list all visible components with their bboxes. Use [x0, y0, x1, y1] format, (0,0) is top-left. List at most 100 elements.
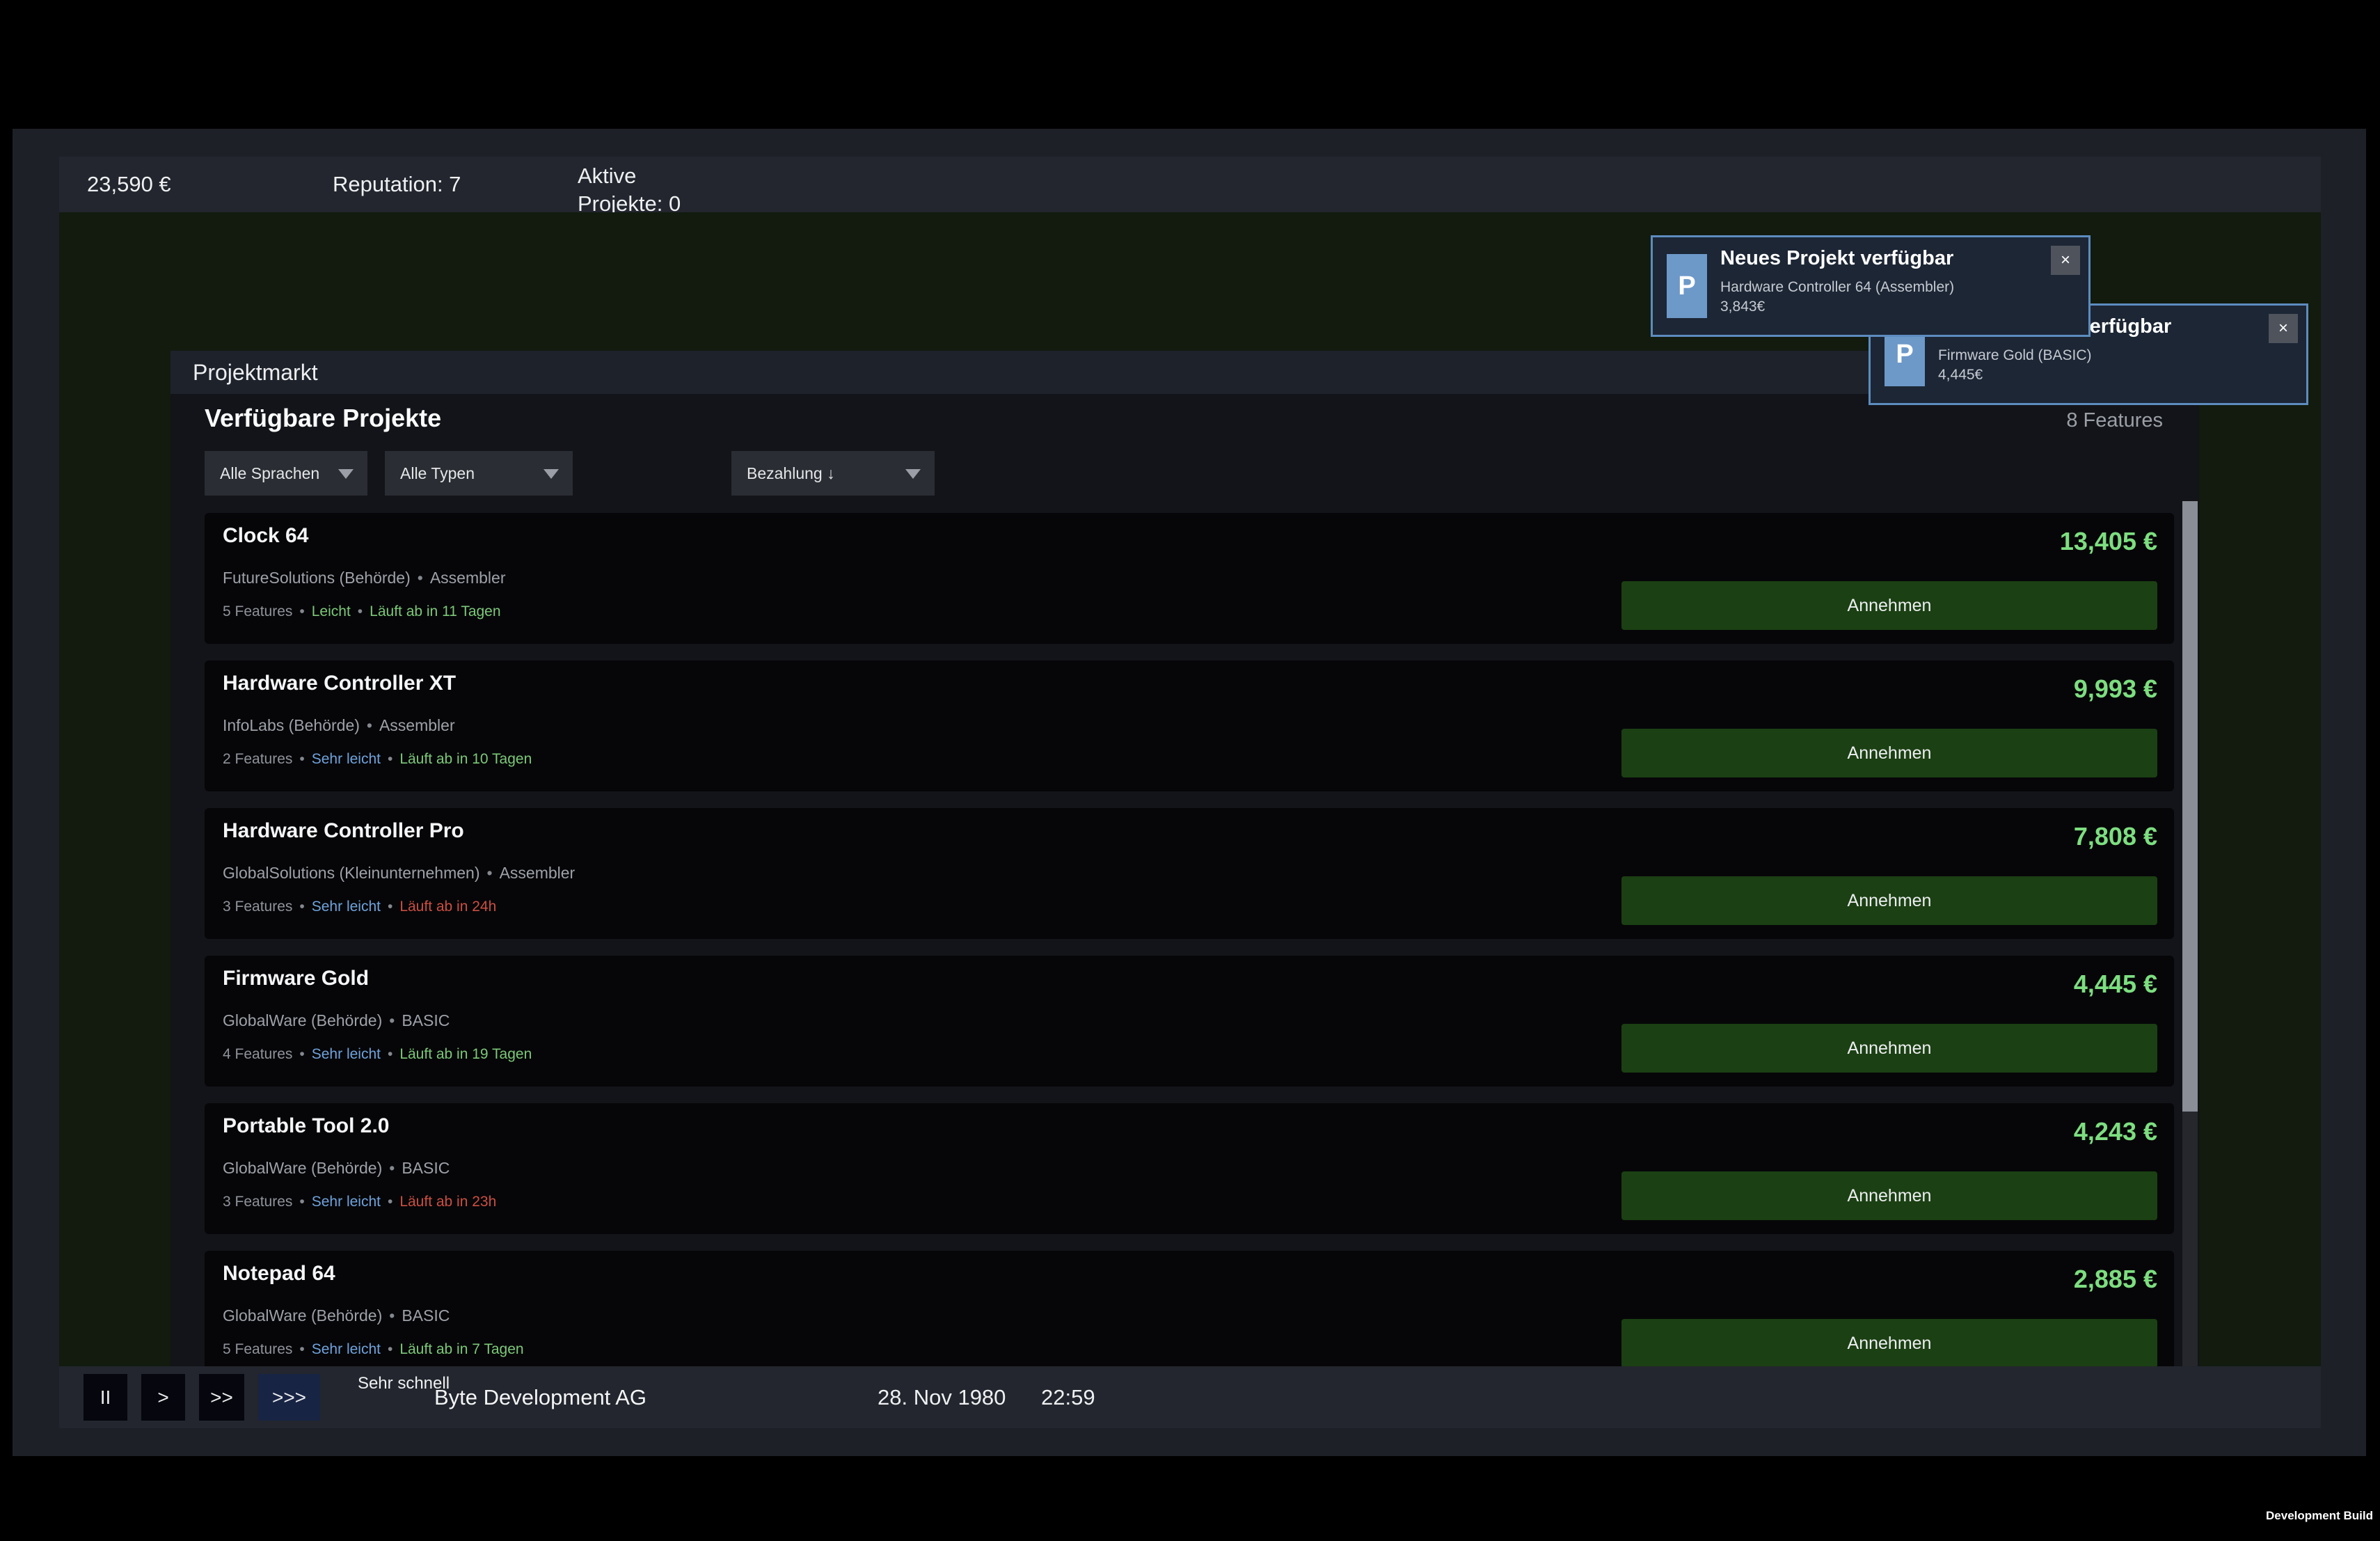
game-time: 22:59: [1041, 1366, 1095, 1428]
project-expiry: Läuft ab in 19 Tagen: [399, 1046, 532, 1062]
accept-button[interactable]: Annehmen: [1621, 581, 2157, 630]
toast-title: Neues Projekt verfügbar: [1720, 247, 1953, 270]
project-price: 13,405 €: [2060, 527, 2157, 556]
toast-project-name: Firmware Gold (BASIC): [1938, 347, 2092, 364]
accept-button[interactable]: Annehmen: [1621, 1319, 2157, 1366]
panel-title: Projektmarkt: [193, 360, 318, 386]
type-filter-value: Alle Typen: [400, 464, 475, 483]
pause-button[interactable]: II: [84, 1374, 127, 1421]
project-difficulty: Sehr leicht: [312, 751, 381, 767]
project-name: Hardware Controller Pro: [223, 819, 464, 843]
accept-button[interactable]: Annehmen: [1621, 876, 2157, 925]
notification-toast[interactable]: P Neues Projekt verfügbar Hardware Contr…: [1651, 235, 2091, 337]
project-client: InfoLabs (Behörde): [223, 716, 360, 734]
language-filter-dropdown[interactable]: Alle Sprachen: [205, 451, 367, 496]
project-price: 7,808 €: [2074, 822, 2157, 851]
type-filter-dropdown[interactable]: Alle Typen: [385, 451, 573, 496]
game-screen: { "stats_bar": { "money": "23,590 €", "r…: [0, 0, 2380, 1541]
separator-dot: [367, 716, 372, 735]
project-card: Clock 64 13,405 € FutureSolutions (Behör…: [205, 513, 2174, 644]
development-build-label: Development Build: [2266, 1509, 2373, 1523]
project-language: Assembler: [500, 864, 576, 882]
project-price: 9,993 €: [2074, 674, 2157, 704]
project-client-line: FutureSolutions (Behörde) Assembler: [223, 569, 505, 587]
game-date: 28. Nov 1980: [878, 1366, 1006, 1428]
fastest-forward-button[interactable]: >>>: [258, 1374, 320, 1421]
project-name: Hardware Controller XT: [223, 672, 456, 695]
project-client: FutureSolutions (Behörde): [223, 569, 411, 587]
separator-dot: [358, 603, 363, 620]
project-detail-line: 3 Features Sehr leicht Läuft ab in 23h: [223, 1194, 496, 1210]
project-features: 3 Features: [223, 1194, 292, 1210]
chevron-down-icon: [338, 469, 354, 479]
separator-dot: [388, 1194, 392, 1210]
project-difficulty: Sehr leicht: [312, 1194, 381, 1210]
project-price: 4,445 €: [2074, 970, 2157, 999]
project-language: Assembler: [430, 569, 506, 587]
separator-dot: [389, 1011, 395, 1030]
project-price: 2,885 €: [2074, 1265, 2157, 1294]
project-client-line: GlobalSolutions (Kleinunternehmen) Assemb…: [223, 864, 575, 883]
project-detail-line: 5 FeaturesLeichtLäuft ab in 11 Tagen: [223, 603, 501, 620]
close-icon[interactable]: ×: [2269, 314, 2298, 343]
project-language: Assembler: [379, 716, 455, 734]
scrollbar-thumb[interactable]: [2182, 501, 2198, 1112]
separator-dot: [299, 751, 304, 768]
toast-project-price: 4,445€: [1938, 367, 1983, 384]
accept-button[interactable]: Annehmen: [1621, 1171, 2157, 1220]
project-client-line: GlobalWare (Behörde)BASIC: [223, 1011, 450, 1030]
project-detail-line: 2 FeaturesSehr leichtLäuft ab in 10 Tage…: [223, 751, 532, 768]
project-expiry: Läuft ab in 7 Tagen: [399, 1341, 523, 1357]
company-name: Byte Development AG: [434, 1366, 646, 1428]
project-features: 3 Features: [223, 899, 292, 915]
separator-dot: [388, 1046, 392, 1063]
project-detail-line: 3 FeaturesSehr leichtLäuft ab in 24h: [223, 899, 496, 915]
project-expiry: Läuft ab in 11 Tagen: [370, 603, 500, 619]
separator-dot: [299, 603, 304, 620]
project-detail-line: 5 FeaturesSehr leichtLäuft ab in 7 Tagen: [223, 1341, 524, 1358]
money-value: 23,590 €: [87, 157, 171, 212]
project-card: Firmware Gold 4,445 € GlobalWare (Behörd…: [205, 956, 2174, 1086]
separator-dot: [299, 899, 304, 915]
project-card: Portable Tool 2.0 4,243 € GlobalWare (Be…: [205, 1103, 2174, 1234]
active-projects-value: Aktive Projekte: 0: [578, 162, 710, 218]
chevron-down-icon: [905, 469, 921, 479]
separator-dot: [418, 569, 423, 587]
separator-dot: [389, 1159, 395, 1178]
project-client-line: GlobalWare (Behörde) BASIC: [223, 1159, 450, 1178]
project-features: 5 Features: [223, 1341, 292, 1357]
separator-dot: [388, 1341, 392, 1358]
project-client: GlobalWare (Behörde): [223, 1159, 382, 1177]
project-difficulty: Sehr leicht: [312, 1046, 381, 1062]
project-expiry: Läuft ab in 23h: [399, 1194, 496, 1210]
reputation-value: Reputation: 7: [333, 157, 461, 212]
sort-value: Bezahlung ↓: [747, 464, 835, 483]
project-client: GlobalSolutions (Kleinunternehmen): [223, 864, 480, 882]
project-features: 5 Features: [223, 603, 292, 619]
accept-button[interactable]: Annehmen: [1621, 1024, 2157, 1073]
separator-dot: [487, 864, 493, 883]
toast-project-price: 3,843€: [1720, 299, 1765, 315]
project-market-panel: Projektmarkt Verfügbare Projekte 8 Featu…: [170, 351, 2199, 1366]
scrollbar-track[interactable]: [2182, 501, 2198, 1366]
project-price: 4,243 €: [2074, 1117, 2157, 1146]
project-list: Clock 64 13,405 € FutureSolutions (Behör…: [205, 513, 2174, 1366]
project-client: GlobalWare (Behörde): [223, 1306, 382, 1325]
project-features: 4 Features: [223, 1046, 292, 1062]
project-language: BASIC: [402, 1159, 450, 1177]
project-detail-line: 4 Features Sehr leicht Läuft ab in 19 Tage…: [223, 1046, 532, 1063]
project-client-line: InfoLabs (Behörde) Assembler: [223, 716, 455, 735]
sort-dropdown[interactable]: Bezahlung ↓: [731, 451, 935, 496]
play-button[interactable]: >: [141, 1374, 185, 1421]
stats-bar: 23,590 € Reputation: 7 Aktive Projekte: …: [59, 157, 2321, 212]
close-icon[interactable]: ×: [2051, 246, 2080, 275]
fast-forward-button[interactable]: >>: [199, 1374, 244, 1421]
separator-dot: [389, 1306, 395, 1325]
project-icon: P: [1667, 254, 1707, 318]
project-card: Notepad 64 2,885 € GlobalWare (Behörde)B…: [205, 1251, 2174, 1366]
accept-button[interactable]: Annehmen: [1621, 729, 2157, 777]
project-name: Portable Tool 2.0: [223, 1114, 390, 1138]
project-features: 2 Features: [223, 751, 292, 767]
separator-dot: [299, 1341, 304, 1358]
project-client-line: GlobalWare (Behörde)BASIC: [223, 1306, 450, 1325]
